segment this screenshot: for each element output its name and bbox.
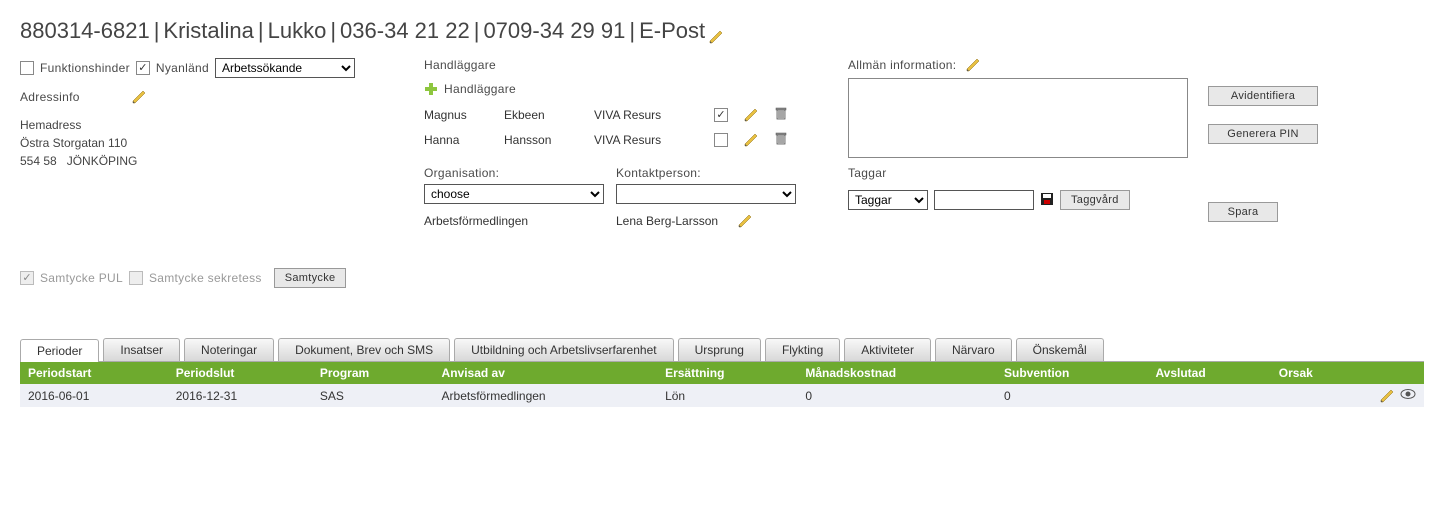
th-subvention: Subvention	[996, 362, 1147, 384]
cell-orsak	[1271, 384, 1364, 407]
kontaktperson-value: Lena Berg-Larsson	[616, 214, 718, 228]
tab-flykting[interactable]: Flykting	[765, 338, 840, 361]
organisation-label: Organisation:	[424, 166, 604, 180]
samtycke-button[interactable]: Samtycke	[274, 268, 347, 288]
tab-narvaro[interactable]: Närvaro	[935, 338, 1012, 361]
allman-textarea[interactable]	[848, 78, 1188, 158]
tab-onskemal[interactable]: Önskemål	[1016, 338, 1104, 361]
nyanland-checkbox[interactable]: ✓	[136, 61, 150, 75]
edit-handlaggare-icon[interactable]	[744, 108, 758, 122]
funktionshinder-checkbox[interactable]	[20, 61, 34, 75]
cell-start: 2016-06-01	[20, 384, 168, 407]
period-table: Periodstart Periodslut Program Anvisad a…	[20, 362, 1424, 407]
taggar-input[interactable]	[934, 190, 1034, 210]
delete-handlaggare-icon[interactable]	[774, 106, 794, 123]
tab-noteringar[interactable]: Noteringar	[184, 338, 274, 361]
samtycke-sek-checkbox[interactable]	[129, 271, 143, 285]
tab-ursprung[interactable]: Ursprung	[678, 338, 761, 361]
th-program: Program	[312, 362, 434, 384]
tab-aktiviteter[interactable]: Aktiviteter	[844, 338, 931, 361]
address-postal: 554 58	[20, 154, 57, 168]
spara-button[interactable]: Spara	[1208, 202, 1278, 222]
tab-insatser[interactable]: Insatser	[103, 338, 180, 361]
taggvard-button[interactable]: Taggvård	[1060, 190, 1130, 210]
handl-check[interactable]: ✓	[714, 108, 728, 122]
handlaggare-heading: Handläggare	[424, 58, 824, 72]
th-anvisad: Anvisad av	[434, 362, 658, 384]
handl-first: Hanna	[424, 133, 494, 147]
edit-handlaggare-icon[interactable]	[744, 133, 758, 147]
table-row: 2016-06-01 2016-12-31 SAS Arbetsförmedli…	[20, 384, 1424, 407]
tab-perioder[interactable]: Perioder	[20, 339, 99, 362]
handl-check[interactable]	[714, 133, 728, 147]
handl-last: Ekbeen	[504, 108, 584, 122]
taggar-select[interactable]: Taggar	[848, 190, 928, 210]
allman-label: Allmän information:	[848, 58, 956, 72]
edit-title-icon[interactable]	[709, 24, 723, 38]
cell-ersattning: Lön	[657, 384, 797, 407]
avidentifiera-button[interactable]: Avidentifiera	[1208, 86, 1318, 106]
th-periodslut: Periodslut	[168, 362, 312, 384]
add-handlaggare-label: Handläggare	[444, 82, 516, 96]
cell-sub: 0	[996, 384, 1147, 407]
adressinfo-label: Adressinfo	[20, 90, 80, 104]
cell-slut: 2016-12-31	[168, 384, 312, 407]
save-tag-icon[interactable]	[1040, 192, 1054, 209]
title-email: E-Post	[639, 18, 705, 44]
title-last: Lukko	[268, 18, 327, 44]
tabs: Perioder Insatser Noteringar Dokument, B…	[20, 338, 1424, 362]
title-phone1: 036-34 21 22	[340, 18, 470, 44]
th-periodstart: Periodstart	[20, 362, 168, 384]
view-row-icon[interactable]	[1400, 388, 1416, 403]
cell-manad: 0	[797, 384, 996, 407]
cell-program: SAS	[312, 384, 434, 407]
address-city: JÖNKÖPING	[67, 154, 138, 168]
page-title: 880314-6821 | Kristalina | Lukko | 036-3…	[20, 18, 1424, 44]
nyanland-label: Nyanländ	[156, 61, 209, 75]
samtycke-sek-label: Samtycke sekretess	[149, 271, 262, 285]
edit-row-icon[interactable]	[1380, 389, 1394, 403]
handlaggare-row: Magnus Ekbeen VIVA Resurs ✓	[424, 106, 824, 123]
cell-avslutad	[1147, 384, 1270, 407]
th-ersattning: Ersättning	[657, 362, 797, 384]
kontaktperson-select[interactable]	[616, 184, 796, 204]
generera-pin-button[interactable]: Generera PIN	[1208, 124, 1318, 144]
delete-handlaggare-icon[interactable]	[774, 131, 794, 148]
title-phone2: 0709-34 29 91	[483, 18, 625, 44]
th-manadskostnad: Månadskostnad	[797, 362, 996, 384]
th-avslutad: Avslutad	[1147, 362, 1270, 384]
tab-utbildning[interactable]: Utbildning och Arbetslivserfarenhet	[454, 338, 673, 361]
handl-org: VIVA Resurs	[594, 133, 704, 147]
edit-address-icon[interactable]	[132, 90, 146, 104]
title-pnr: 880314-6821	[20, 18, 150, 44]
funktionshinder-label: Funktionshinder	[40, 61, 130, 75]
status-select[interactable]: Arbetssökande	[215, 58, 355, 78]
taggar-label: Taggar	[848, 166, 1188, 180]
edit-allman-icon[interactable]	[966, 58, 980, 72]
edit-kontaktperson-icon[interactable]	[738, 214, 752, 228]
handl-last: Hansson	[504, 133, 584, 147]
cell-anvisad: Arbetsförmedlingen	[434, 384, 658, 407]
samtycke-pul-label: Samtycke PUL	[40, 271, 123, 285]
handlaggare-row: Hanna Hansson VIVA Resurs	[424, 131, 824, 148]
samtycke-pul-checkbox[interactable]: ✓	[20, 271, 34, 285]
th-orsak: Orsak	[1271, 362, 1364, 384]
organisation-value: Arbetsförmedlingen	[424, 214, 604, 228]
title-first: Kristalina	[163, 18, 253, 44]
kontaktperson-label: Kontaktperson:	[616, 166, 796, 180]
organisation-select[interactable]: choose	[424, 184, 604, 204]
handl-org: VIVA Resurs	[594, 108, 704, 122]
handl-first: Magnus	[424, 108, 494, 122]
add-handlaggare-icon[interactable]	[424, 82, 438, 96]
tab-dokument[interactable]: Dokument, Brev och SMS	[278, 338, 450, 361]
hemadress-label: Hemadress	[20, 116, 400, 134]
address-street: Östra Storgatan 110	[20, 134, 400, 152]
